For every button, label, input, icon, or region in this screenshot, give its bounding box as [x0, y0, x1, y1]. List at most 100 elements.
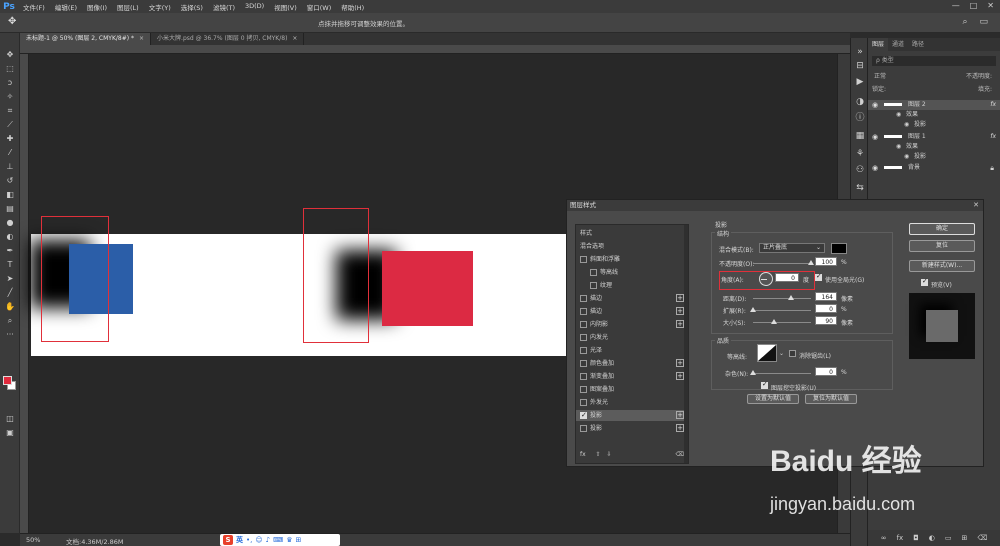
- contour-picker[interactable]: [757, 344, 777, 362]
- reset-button[interactable]: 复位: [909, 240, 975, 252]
- style-list-item[interactable]: 描边 +: [576, 306, 688, 317]
- fx-icon[interactable]: fx: [897, 534, 904, 542]
- move-tool-icon[interactable]: ✥: [8, 16, 16, 27]
- blend-mode-select[interactable]: 正片叠底 ⌄: [759, 243, 825, 253]
- knockout-checkbox[interactable]: [761, 380, 768, 389]
- style-list-item[interactable]: 等高线: [576, 267, 688, 278]
- style-checkbox[interactable]: [580, 373, 587, 380]
- actions-icon[interactable]: ▶: [854, 76, 866, 88]
- list-scrollbar[interactable]: [684, 225, 688, 463]
- trash-icon[interactable]: ⌫: [676, 451, 684, 458]
- punctuation-icon[interactable]: •,: [246, 536, 252, 544]
- history-brush-icon[interactable]: ↺: [3, 175, 17, 186]
- layer-row-background[interactable]: ◉ 背景 🔒︎: [868, 163, 1000, 173]
- tab-layers[interactable]: 图层: [868, 38, 889, 51]
- add-style-button[interactable]: +: [676, 372, 684, 380]
- style-list-item[interactable]: 投影 +: [576, 423, 688, 434]
- style-list-item[interactable]: 纹理: [576, 280, 688, 291]
- layer-effect-row[interactable]: ◉ 投影: [868, 120, 1000, 130]
- style-list-item[interactable]: 内发光: [576, 332, 688, 343]
- maximize-button[interactable]: □: [970, 1, 978, 10]
- keyboard-icon[interactable]: ⌨: [273, 536, 283, 544]
- crop-tool-icon[interactable]: ⌗: [3, 105, 17, 116]
- shadow-color-swatch[interactable]: [831, 243, 847, 254]
- skin-icon[interactable]: ♛: [286, 536, 292, 544]
- style-list-item[interactable]: 描边 +: [576, 293, 688, 304]
- zoom-tool-icon[interactable]: ⌕: [3, 315, 17, 326]
- style-checkbox[interactable]: [580, 399, 587, 406]
- new-layer-icon[interactable]: ⊞: [961, 534, 967, 542]
- color-icon[interactable]: ◑: [854, 96, 866, 108]
- reset-default-button[interactable]: 复位为默认值: [805, 394, 857, 404]
- style-checkbox[interactable]: [580, 410, 587, 421]
- menu-item[interactable]: 3D(D): [240, 2, 269, 12]
- menu-item[interactable]: 窗口(W): [302, 2, 337, 12]
- tab-document-2[interactable]: 小米大牌.psd @ 36.7% (图层 0 拷贝, CMYK/8) ×: [151, 33, 305, 45]
- emoji-icon[interactable]: ☺: [255, 536, 262, 544]
- eye-icon[interactable]: ◉: [904, 120, 909, 130]
- history-icon[interactable]: ⊟: [854, 60, 866, 72]
- menu-item[interactable]: 滤镜(T): [208, 2, 240, 12]
- ok-button[interactable]: 确定: [909, 223, 975, 235]
- noise-slider-handle[interactable]: [750, 370, 756, 375]
- clone-source-icon[interactable]: ⚇: [854, 164, 866, 176]
- spread-input[interactable]: 0: [815, 304, 837, 313]
- menu-item[interactable]: 文字(Y): [144, 2, 176, 12]
- minimize-button[interactable]: —: [952, 1, 960, 10]
- healing-brush-icon[interactable]: ✚: [3, 133, 17, 144]
- style-list-item[interactable]: 渐变叠加 +: [576, 371, 688, 382]
- style-list-item[interactable]: 外发光: [576, 397, 688, 408]
- layer-row-layer1[interactable]: ◉ 图层 1 fx: [868, 132, 1000, 142]
- new-style-button[interactable]: 新建样式(W)...: [909, 260, 975, 272]
- opacity-slider[interactable]: [753, 263, 811, 264]
- lasso-tool-icon[interactable]: ↄ: [3, 77, 17, 88]
- style-list-item[interactable]: 光泽: [576, 345, 688, 356]
- marquee-tool-icon[interactable]: ⬚: [3, 63, 17, 74]
- menu-item[interactable]: 帮助(H): [336, 2, 369, 12]
- set-default-button[interactable]: 设置为默认值: [747, 394, 799, 404]
- style-checkbox[interactable]: [580, 295, 587, 302]
- global-light-checkbox[interactable]: [815, 272, 822, 281]
- style-checkbox[interactable]: [580, 347, 587, 354]
- style-checkbox[interactable]: [580, 334, 587, 341]
- swatches-icon[interactable]: ▦: [854, 130, 866, 142]
- adjustments-icon[interactable]: ⇆: [854, 182, 866, 194]
- eye-icon[interactable]: ◉: [872, 163, 878, 173]
- style-checkbox[interactable]: [580, 321, 587, 328]
- style-list-item[interactable]: 内阴影 +: [576, 319, 688, 330]
- eye-icon[interactable]: ◉: [904, 152, 909, 162]
- opacity-input[interactable]: 100: [815, 257, 837, 266]
- size-input[interactable]: 90: [815, 316, 837, 325]
- style-list-item[interactable]: 颜色叠加 +: [576, 358, 688, 369]
- preview-checkbox[interactable]: [921, 277, 928, 286]
- eye-icon[interactable]: ◉: [896, 142, 901, 152]
- style-list-item[interactable]: 斜面和浮雕: [576, 254, 688, 265]
- layer-effect-row[interactable]: ◉ 投影: [868, 152, 1000, 162]
- close-button[interactable]: ✕: [987, 1, 994, 10]
- pen-tool-icon[interactable]: ✒: [3, 245, 17, 256]
- style-list-item[interactable]: 混合选项: [576, 241, 688, 252]
- screen-mode-icon[interactable]: ▣: [3, 427, 17, 438]
- magic-wand-icon[interactable]: ✧: [3, 91, 17, 102]
- search-icon[interactable]: ⌕: [962, 17, 967, 27]
- layer-blend-mode[interactable]: 正常: [874, 71, 886, 80]
- add-style-button[interactable]: +: [676, 424, 684, 432]
- blur-tool-icon[interactable]: ●: [3, 217, 17, 228]
- style-checkbox[interactable]: [590, 269, 597, 276]
- foreground-color-swatch[interactable]: [3, 376, 12, 385]
- menu-item[interactable]: 选择(S): [176, 2, 208, 12]
- style-checkbox[interactable]: [580, 256, 587, 263]
- eye-icon[interactable]: ◉: [872, 100, 878, 110]
- size-slider-handle[interactable]: [770, 319, 777, 324]
- add-style-button[interactable]: +: [676, 307, 684, 315]
- antialias-checkbox[interactable]: [789, 350, 796, 357]
- trash-icon[interactable]: ⌫: [977, 534, 987, 542]
- collapse-icon[interactable]: »: [854, 46, 866, 58]
- close-icon[interactable]: ✕: [973, 200, 979, 211]
- tab-document-1[interactable]: 未标题-1 @ 50% (图层 2, CMYK/8#) * ×: [20, 33, 152, 45]
- opacity-slider-handle[interactable]: [808, 260, 814, 265]
- tab-channels[interactable]: 通道: [888, 38, 908, 51]
- move-down-icon[interactable]: ⇩: [607, 451, 612, 458]
- style-checkbox[interactable]: [580, 425, 587, 432]
- fx-icon[interactable]: fx: [990, 132, 996, 142]
